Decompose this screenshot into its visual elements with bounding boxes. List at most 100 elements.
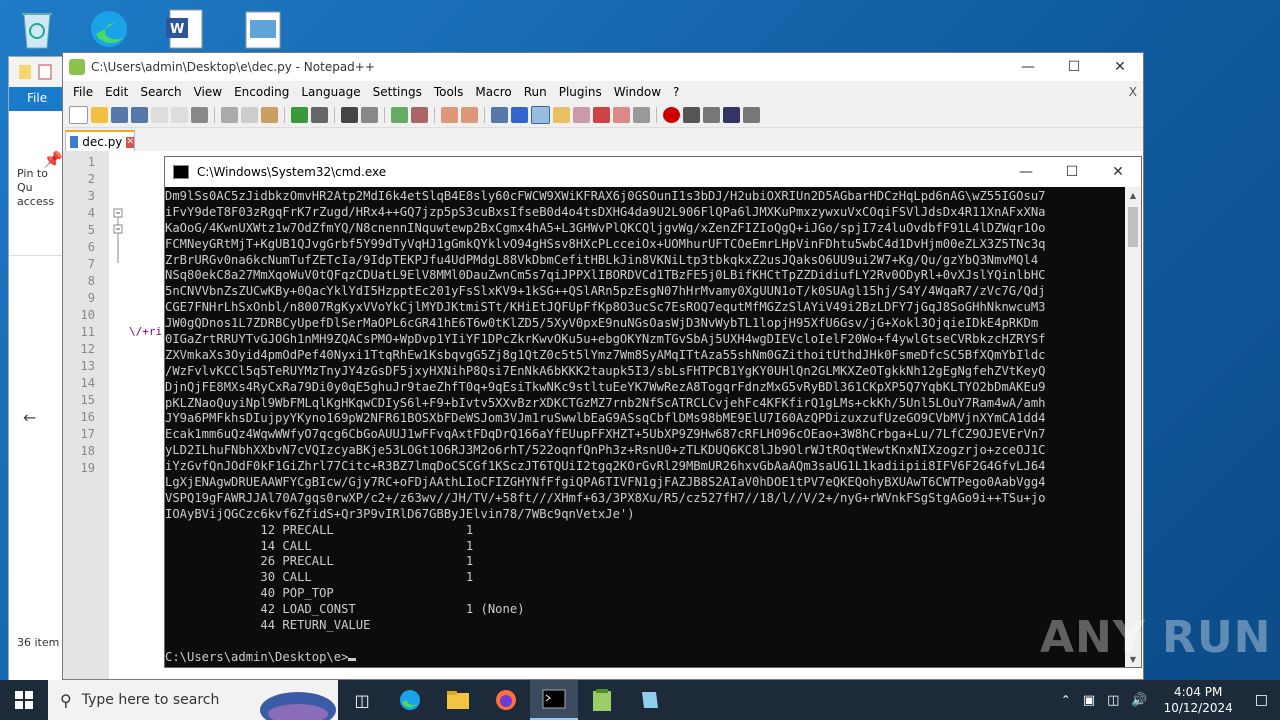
close-all-icon[interactable] (171, 107, 188, 123)
zoom-out-icon[interactable] (411, 107, 428, 123)
paste-icon[interactable] (261, 107, 278, 123)
scroll-thumb[interactable] (1128, 207, 1138, 247)
cmd-title: C:\Windows\System32\cmd.exe (197, 165, 387, 179)
menu-file[interactable]: File (67, 85, 99, 99)
task-view-button[interactable]: ◫ (338, 680, 386, 720)
device-icon[interactable]: ▣ (1077, 693, 1101, 708)
undo-icon[interactable] (291, 107, 308, 123)
word-icon[interactable]: W (162, 6, 208, 52)
open-file-icon[interactable] (91, 107, 108, 123)
run-macro-multiple-icon[interactable] (723, 107, 740, 123)
console-line: 14 CALL 1 (165, 538, 474, 553)
npp-menubar: File Edit Search View Encoding Language … (63, 81, 1143, 103)
folder-workspace-icon[interactable] (593, 107, 610, 123)
find-icon[interactable] (341, 107, 358, 123)
item-count: 36 item (17, 636, 60, 649)
menu-plugins[interactable]: Plugins (553, 85, 608, 99)
menu-tools[interactable]: Tools (428, 85, 470, 99)
close-document-button[interactable]: X (1123, 85, 1143, 99)
record-macro-icon[interactable] (663, 107, 680, 123)
close-button[interactable]: ✕ (1097, 53, 1143, 81)
new-file-icon[interactable] (69, 106, 88, 124)
cmd-scrollbar[interactable]: ▲ ▼ (1125, 187, 1141, 667)
npp-titlebar[interactable]: C:\Users\admin\Desktop\e\dec.py - Notepa… (63, 53, 1143, 81)
close-file-icon[interactable] (151, 107, 168, 123)
menu-run[interactable]: Run (518, 85, 553, 99)
word-wrap-icon[interactable] (491, 107, 508, 123)
menu-encoding[interactable]: Encoding (228, 85, 295, 99)
show-hidden-icons-icon[interactable]: ⌃ (1055, 693, 1077, 707)
function-list-icon[interactable] (573, 107, 590, 123)
cmd-window[interactable]: C:\Windows\System32\cmd.exe — ☐ ✕ Dm9lSs… (164, 156, 1142, 668)
line-number: 4 (87, 206, 95, 220)
save-icon[interactable] (111, 107, 128, 123)
back-arrow-icon[interactable]: ← (23, 408, 36, 427)
console-prompt-line[interactable]: C:\Users\admin\Desktop\e> (165, 650, 1125, 666)
copy-icon[interactable] (241, 107, 258, 123)
sync-horizontal-icon[interactable] (461, 107, 478, 123)
taskbar-firefox[interactable] (482, 680, 530, 720)
explorer-window[interactable]: File 📌 Pin to Qu access ← 36 item (8, 56, 70, 682)
replace-icon[interactable] (361, 107, 378, 123)
line-number: 6 (87, 240, 95, 254)
taskbar-cmd[interactable] (530, 680, 578, 720)
taskbar-search-box[interactable]: ⚲ Type here to search (48, 680, 338, 720)
explorer-nav-pane[interactable]: ← (9, 255, 69, 630)
tab-close-icon[interactable]: ✕ (126, 136, 134, 148)
recycle-bin-icon[interactable] (14, 6, 60, 52)
sync-vertical-icon[interactable] (441, 107, 458, 123)
save-all-icon[interactable] (131, 107, 148, 123)
npp-toolbar (63, 103, 1143, 128)
menu-help[interactable]: ? (667, 85, 685, 99)
clock[interactable]: 4:04 PM 10/12/2024 (1154, 684, 1243, 716)
toolbar-separator (284, 107, 285, 123)
menu-view[interactable]: View (188, 85, 228, 99)
menu-search[interactable]: Search (134, 85, 187, 99)
edge-icon[interactable] (86, 6, 132, 52)
explorer-quick-access-icons[interactable] (9, 57, 69, 87)
network-icon[interactable]: ◫ (1101, 693, 1125, 708)
eye-icon[interactable] (633, 107, 650, 123)
doc-map-icon[interactable] (553, 107, 570, 123)
zoom-in-icon[interactable] (391, 107, 408, 123)
menu-edit[interactable]: Edit (99, 85, 134, 99)
taskbar-edge[interactable] (386, 680, 434, 720)
indent-guide-icon[interactable] (531, 106, 550, 124)
fold-margin[interactable] (113, 151, 123, 679)
monitor-icon[interactable] (613, 107, 630, 123)
taskbar-notepad[interactable] (626, 680, 674, 720)
menu-settings[interactable]: Settings (367, 85, 428, 99)
show-all-chars-icon[interactable] (511, 107, 528, 123)
pin-quick-access[interactable]: 📌 Pin to Qu access (17, 152, 67, 209)
redo-icon[interactable] (311, 107, 328, 123)
minimize-button[interactable]: — (1005, 53, 1051, 81)
cmd-titlebar[interactable]: C:\Windows\System32\cmd.exe — ☐ ✕ (165, 157, 1141, 187)
maximize-button[interactable]: ☐ (1051, 53, 1097, 81)
line-number: 9 (87, 291, 95, 305)
print-icon[interactable] (191, 107, 208, 123)
start-button[interactable] (0, 680, 48, 720)
explorer-file-tab[interactable]: File (9, 87, 69, 111)
save-macro-icon[interactable] (743, 107, 760, 123)
code-fragment: \/+ri (129, 325, 163, 338)
toolbar-separator (434, 107, 435, 123)
stop-macro-icon[interactable] (683, 107, 700, 123)
play-macro-icon[interactable] (703, 107, 720, 123)
cmd-minimize-button[interactable]: — (1003, 158, 1049, 186)
clock-time: 4:04 PM (1174, 685, 1223, 699)
notification-icon[interactable]: □ (1243, 692, 1280, 708)
taskbar-notepad-plus-plus[interactable] (578, 680, 626, 720)
menu-window[interactable]: Window (608, 85, 667, 99)
image-file-icon[interactable] (240, 6, 286, 52)
cmd-close-button[interactable]: ✕ (1095, 158, 1141, 186)
menu-language[interactable]: Language (295, 85, 366, 99)
scroll-up-icon[interactable]: ▲ (1125, 187, 1141, 203)
menu-macro[interactable]: Macro (469, 85, 517, 99)
cmd-maximize-button[interactable]: ☐ (1049, 158, 1095, 186)
console-line: iFvY9deT8F03zRgqFrK7rZugd/HRx4++GQ7jzp5p… (165, 204, 1046, 219)
tab-dec-py[interactable]: dec.py ✕ (65, 130, 135, 152)
taskbar-file-explorer[interactable] (434, 680, 482, 720)
cmd-output[interactable]: Dm9lSs0AC5zJidbkzOmvHR2Atp2MdI6k4etSlqB4… (165, 187, 1125, 669)
volume-icon[interactable]: 🔊 (1125, 693, 1153, 708)
cut-icon[interactable] (221, 107, 238, 123)
